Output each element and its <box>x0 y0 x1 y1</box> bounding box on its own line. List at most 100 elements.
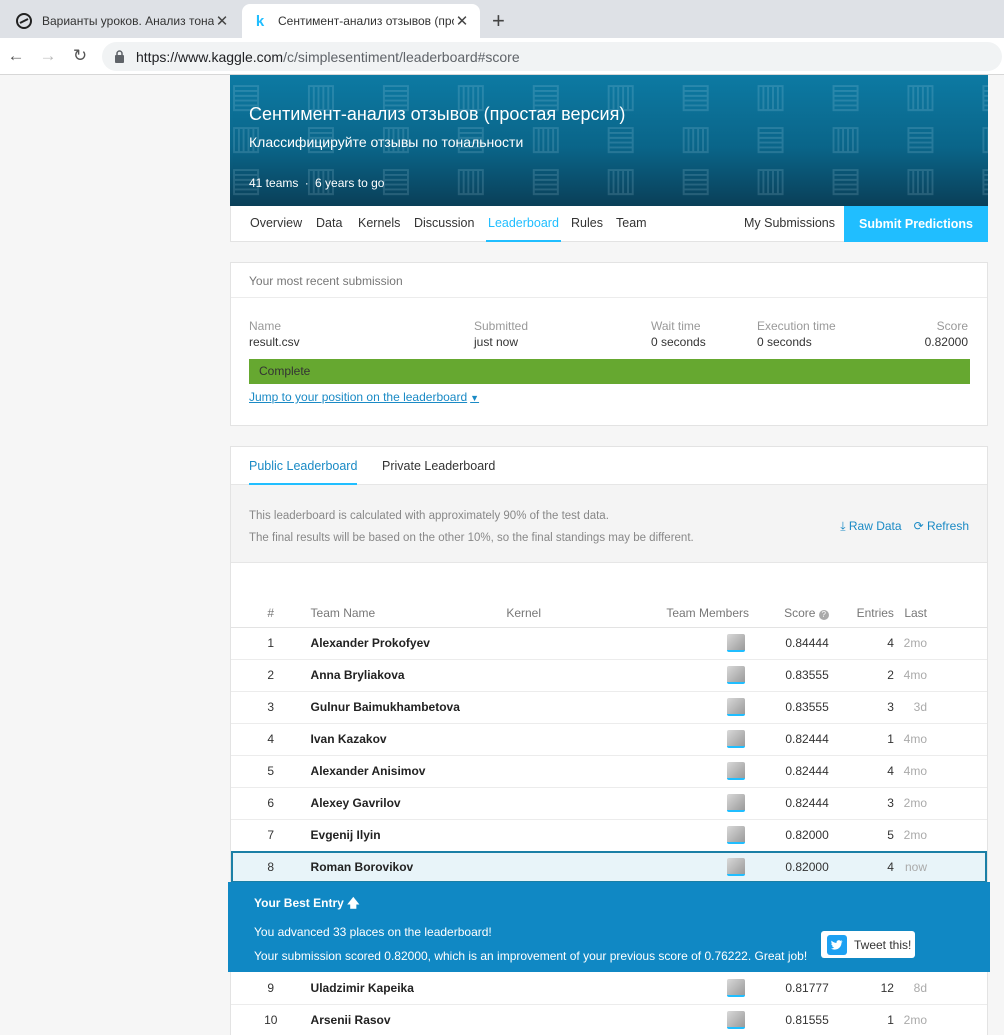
table-row[interactable]: 5 Alexander Anisimov 0.82444 4 4mo <box>231 755 987 788</box>
leaderboard-tabs: Public Leaderboard Private Leaderboard <box>231 447 987 485</box>
table-row[interactable]: 7 Evgenij Ilyin 0.82000 5 2mo <box>231 819 987 852</box>
table-row[interactable]: 3 Gulnur Baimukhambetova 0.83555 3 3d <box>231 691 987 724</box>
col-rank: # <box>231 600 311 628</box>
jump-to-position-link[interactable]: Jump to your position on the leaderboard… <box>249 390 479 404</box>
wait-time-label: Wait time <box>651 319 701 333</box>
team-name-cell[interactable]: Arsenii Rasov <box>310 1004 507 1035</box>
nav-data[interactable]: Data <box>316 216 342 230</box>
avatar[interactable] <box>727 730 745 748</box>
tab-private-leaderboard[interactable]: Private Leaderboard <box>382 459 495 473</box>
wait-time-value: 0 seconds <box>651 335 706 349</box>
team-count: 41 teams <box>249 176 299 190</box>
table-row[interactable]: 10 Arsenii Rasov 0.81555 1 2mo <box>231 1004 987 1035</box>
best-entry-title: Your Best Entry 🡅 <box>254 894 964 915</box>
avatar[interactable] <box>727 634 745 652</box>
entries-cell: 1 <box>840 1004 902 1035</box>
help-icon[interactable]: ? <box>818 610 829 621</box>
team-name-cell[interactable]: Evgenij Ilyin <box>310 819 507 852</box>
arrow-up-icon: 🡅 <box>347 896 360 910</box>
avatar[interactable] <box>727 1011 745 1029</box>
competition-meta: 41 teams · 6 years to go <box>249 176 384 190</box>
nav-kernels[interactable]: Kernels <box>358 216 400 230</box>
browser-tab-kaggle[interactable]: k Сентимент-анализ отзывов (простая верс… <box>242 4 480 38</box>
avatar[interactable] <box>727 794 745 812</box>
rank-cell: 8 <box>231 851 311 884</box>
recent-submission-heading: Your most recent submission <box>231 263 987 298</box>
back-arrow-icon[interactable]: ← <box>6 46 26 66</box>
avatar[interactable] <box>727 978 745 997</box>
avatar[interactable] <box>727 826 745 844</box>
avatar[interactable] <box>727 666 745 684</box>
team-name-cell[interactable]: Uladzimir Kapeika <box>310 972 507 1005</box>
team-members-cell <box>684 851 749 884</box>
team-name-cell[interactable]: Ivan Kazakov <box>310 723 507 756</box>
leaderboard-actions: ⤓ Raw Data ⟳ Refresh <box>840 515 969 537</box>
forward-arrow-icon[interactable]: → <box>38 46 58 66</box>
col-team-name[interactable]: Team Name <box>310 600 507 628</box>
rank-cell: 5 <box>231 755 311 788</box>
execution-time-label: Execution time <box>757 319 836 333</box>
refresh-link[interactable]: ⟳ Refresh <box>914 515 969 537</box>
close-tab-icon[interactable]: ✕ <box>454 12 470 30</box>
team-name-cell[interactable]: Alexander Prokofyev <box>310 627 507 660</box>
avatar[interactable] <box>727 698 745 716</box>
nav-leaderboard[interactable]: Leaderboard <box>486 216 561 242</box>
url-field[interactable]: https://www.kaggle.com/c/simplesentiment… <box>102 42 1002 71</box>
url-path: /c/simplesentiment/leaderboard#score <box>283 48 520 65</box>
leaderboard-info: This leaderboard is calculated with appr… <box>231 485 987 563</box>
score-cell: 0.83555 <box>749 659 841 692</box>
nav-overview[interactable]: Overview <box>250 216 302 230</box>
team-name-cell[interactable]: Alexander Anisimov <box>310 755 507 788</box>
table-row[interactable]: 2 Anna Bryliakova 0.83555 2 4mo <box>231 659 987 692</box>
entries-cell: 3 <box>840 787 902 820</box>
tweet-button[interactable]: Tweet this! <box>821 931 915 958</box>
status-complete-bar: Complete <box>249 359 970 384</box>
address-bar: ← → ↻ https://www.kaggle.com/c/simplesen… <box>0 38 1004 75</box>
team-name-cell[interactable]: Roman Borovikov <box>310 851 507 884</box>
kaggle-k-icon: k <box>255 12 265 30</box>
team-members-cell <box>684 972 749 1005</box>
table-row[interactable]: 6 Alexey Gavrilov 0.82444 3 2mo <box>231 787 987 820</box>
competition-title: Сентимент-анализ отзывов (простая версия… <box>249 104 626 124</box>
team-name-cell[interactable]: Anna Bryliakova <box>310 659 507 692</box>
last-cell: 3d <box>901 691 987 724</box>
entries-cell: 4 <box>840 755 902 788</box>
score-value: 0.82000 <box>924 335 968 349</box>
nav-discussion[interactable]: Discussion <box>414 216 474 230</box>
avatar[interactable] <box>727 762 745 780</box>
score-col: Score 0.82000 <box>925 319 968 349</box>
competition-header: ▤ ▥ ▤ ▥ ▤ ▥ ▤ ▥ ▤ ▥ ▤ ▥ ▤ ▥ ▤ ▥ ▥ ▤ ▥ ▤ … <box>230 75 988 206</box>
col-score[interactable]: Score ? <box>749 600 841 628</box>
avatar[interactable] <box>727 858 745 876</box>
browser-tab-lessons[interactable]: Варианты уроков. Анализ тональности ✕ <box>6 4 240 38</box>
team-name-cell[interactable]: Alexey Gavrilov <box>310 787 507 820</box>
score-cell: 0.82444 <box>749 787 841 820</box>
new-tab-icon[interactable]: + <box>492 8 505 34</box>
kernel-cell <box>506 972 685 1005</box>
entries-cell: 12 <box>840 972 902 1005</box>
browser-tab-title: Сентимент-анализ отзывов (простая версия… <box>278 14 454 28</box>
raw-data-link[interactable]: ⤓ Raw Data <box>840 515 901 537</box>
raw-data-label: Raw Data <box>848 519 902 533</box>
tab-public-leaderboard[interactable]: Public Leaderboard <box>249 459 358 485</box>
nav-rules[interactable]: Rules <box>571 216 603 230</box>
score-label: Score <box>936 319 968 333</box>
kernel-cell <box>506 627 685 660</box>
nav-my-submissions[interactable]: My Submissions <box>744 216 835 230</box>
table-row[interactable]: 1 Alexander Prokofyev 0.84444 4 2mo <box>231 627 987 660</box>
nav-team[interactable]: Team <box>616 216 647 230</box>
score-cell: 0.81777 <box>749 972 841 1005</box>
score-cell: 0.83555 <box>749 691 841 724</box>
site-logo-icon <box>16 13 32 29</box>
col-entries: Entries <box>840 600 902 628</box>
last-cell: 4mo <box>901 723 987 756</box>
table-row[interactable]: 4 Ivan Kazakov 0.82444 1 4mo <box>231 723 987 756</box>
table-row[interactable]: 8 Roman Borovikov 0.82000 4 now <box>231 851 987 884</box>
close-tab-icon[interactable]: ✕ <box>214 12 230 30</box>
reload-icon[interactable]: ↻ <box>70 46 90 66</box>
submitted-label: Submitted <box>474 319 529 333</box>
team-name-cell[interactable]: Gulnur Baimukhambetova <box>310 691 507 724</box>
table-header-row: # Team Name Kernel Team Members Score ? … <box>231 600 987 628</box>
submit-predictions-button[interactable]: Submit Predictions <box>844 206 988 242</box>
table-row[interactable]: 9 Uladzimir Kapeika 0.81777 12 8d <box>231 972 987 1005</box>
